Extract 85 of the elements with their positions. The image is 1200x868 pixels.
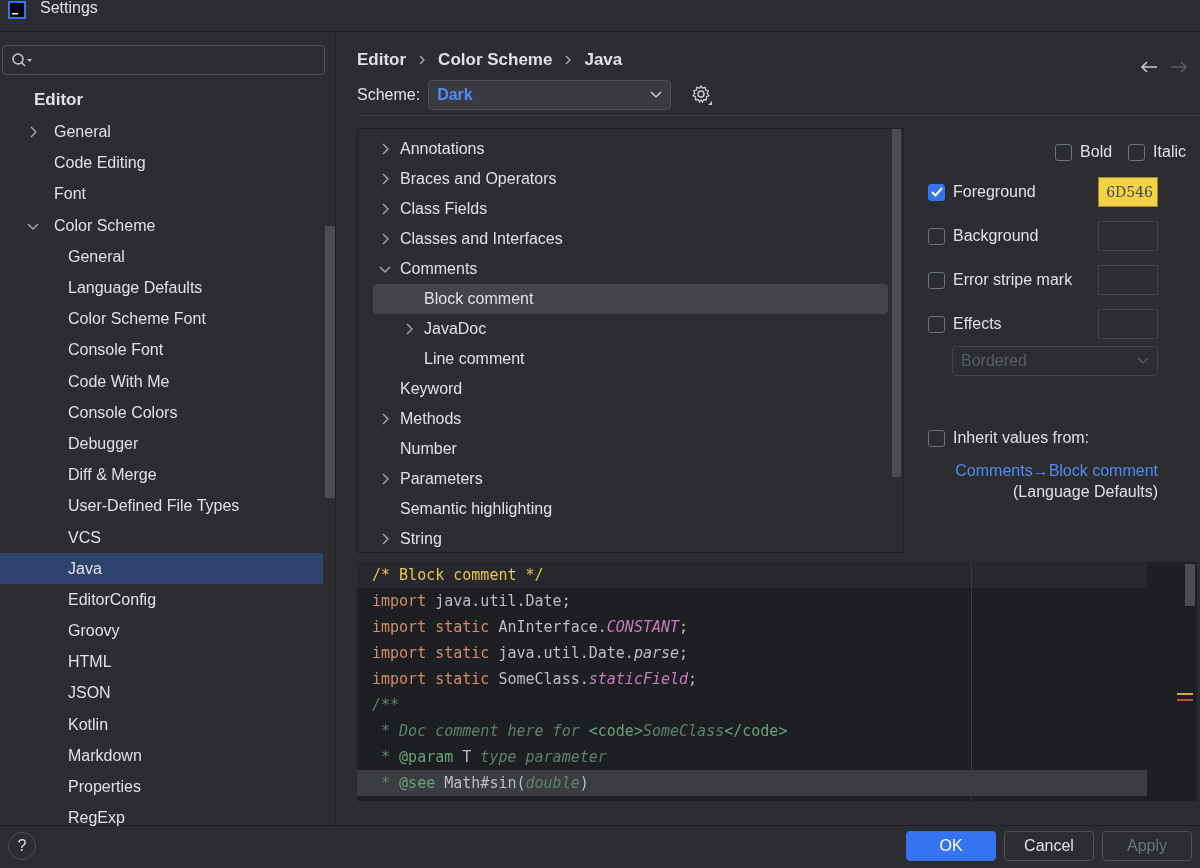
- sidebar-item[interactable]: General: [0, 241, 323, 273]
- dialog-button[interactable]: Cancel: [1004, 831, 1094, 861]
- sidebar-item[interactable]: EditorConfig: [0, 584, 323, 616]
- sidebar-item[interactable]: Markdown: [0, 740, 323, 772]
- sidebar-item[interactable]: Console Font: [0, 334, 323, 366]
- ok-button[interactable]: OK: [906, 831, 996, 861]
- tree-item[interactable]: Block comment: [373, 284, 888, 314]
- code-line: import static AnInterface.CONSTANT;: [371, 616, 690, 638]
- sidebar-item[interactable]: Code With Me: [0, 366, 323, 398]
- back-arrow-icon[interactable]: [1140, 59, 1158, 74]
- tree-item[interactable]: Braces and Operators: [373, 164, 888, 194]
- code-line: import static java.util.Date.parse;: [371, 642, 690, 664]
- color-swatch[interactable]: 6D546: [1098, 177, 1158, 207]
- sidebar-item[interactable]: Code Editing: [0, 147, 323, 179]
- scrollbar[interactable]: [892, 129, 901, 477]
- sidebar-item[interactable]: Debugger: [0, 428, 323, 460]
- sidebar-item[interactable]: Color Scheme Font: [0, 303, 323, 335]
- checkbox-label: Inherit values from:: [953, 428, 1090, 448]
- sidebar-item[interactable]: JSON: [0, 677, 323, 710]
- color-swatch[interactable]: [1098, 309, 1158, 339]
- checkbox-label: Foreground: [953, 182, 1036, 202]
- color-swatch[interactable]: [1098, 221, 1158, 251]
- breadcrumb[interactable]: Java: [584, 46, 623, 73]
- chevron-down-icon: [1137, 357, 1149, 365]
- tree-item[interactable]: Classes and Interfaces: [373, 224, 888, 254]
- window-title: Settings: [40, 0, 98, 17]
- checkbox-label: Effects: [953, 314, 1002, 334]
- tree-item[interactable]: Line comment: [373, 344, 888, 374]
- tree-item[interactable]: Semantic highlighting: [373, 494, 888, 524]
- sidebar-item[interactable]: Groovy: [0, 615, 323, 647]
- code-line: * Doc comment here for <code>SomeClass</code>: [380, 720, 789, 742]
- search-icon: [11, 52, 33, 68]
- sidebar-item[interactable]: HTML: [0, 646, 323, 678]
- tree-item[interactable]: Parameters: [373, 464, 888, 494]
- breadcrumb-separator-icon: [564, 54, 573, 65]
- scrollbar[interactable]: [1185, 564, 1195, 606]
- code-line: import java.util.Date;: [371, 590, 572, 612]
- sidebar-item[interactable]: Font: [0, 178, 323, 211]
- tree-item[interactable]: JavaDoc: [373, 314, 888, 344]
- checkbox[interactable]: [928, 429, 945, 447]
- breadcrumb[interactable]: Editor: [357, 46, 407, 73]
- chevron-down-icon: [650, 90, 663, 99]
- sidebar-item[interactable]: Diff & Merge: [0, 459, 323, 491]
- code-line: import static SomeClass.staticField;: [371, 668, 699, 690]
- search-field[interactable]: [2, 45, 325, 75]
- checkbox[interactable]: [928, 315, 945, 333]
- sidebar-item[interactable]: Properties: [0, 771, 323, 803]
- checkbox[interactable]: [1055, 143, 1073, 161]
- sidebar-item[interactable]: VCS: [0, 521, 323, 554]
- breadcrumb-separator-icon: [418, 54, 427, 65]
- tree-item[interactable]: Methods: [373, 404, 888, 434]
- section-heading: Editor: [33, 89, 85, 111]
- sidebar-item[interactable]: User-Defined File Types: [0, 490, 323, 522]
- code-line: * @param T type parameter: [380, 746, 608, 768]
- checkbox-label: Background: [953, 226, 1039, 246]
- tree-item[interactable]: String: [373, 524, 888, 552]
- checkbox-label: Error stripe mark: [953, 270, 1073, 290]
- sidebar-item[interactable]: RegExp: [0, 802, 323, 834]
- sidebar-item[interactable]: Color Scheme: [0, 210, 323, 242]
- tree-item[interactable]: Annotations: [373, 134, 888, 164]
- breadcrumb[interactable]: Color Scheme: [438, 46, 553, 73]
- color-swatch[interactable]: [1098, 265, 1158, 295]
- code-line: /**: [371, 694, 401, 716]
- tree-item[interactable]: Comments: [373, 254, 888, 284]
- sidebar-item[interactable]: Java: [0, 553, 323, 585]
- inherit-link[interactable]: Comments→Block comment: [955, 460, 1158, 481]
- scrollbar[interactable]: [325, 226, 335, 498]
- scheme-label: Scheme:: [357, 84, 421, 105]
- sidebar-item[interactable]: Kotlin: [0, 709, 323, 741]
- tree-item[interactable]: Keyword: [373, 374, 888, 404]
- settings-icon[interactable]: [691, 83, 714, 106]
- checkbox-label: Italic: [1153, 142, 1186, 162]
- sidebar-item[interactable]: Console Colors: [0, 397, 323, 429]
- checkbox-label: Bold: [1080, 142, 1113, 162]
- sidebar-item[interactable]: General: [0, 116, 323, 148]
- checkbox[interactable]: [928, 183, 945, 201]
- checkbox[interactable]: [1128, 143, 1146, 161]
- checkbox[interactable]: [928, 271, 945, 289]
- tree-item[interactable]: Number: [373, 434, 888, 464]
- checkbox[interactable]: [928, 227, 945, 245]
- error-stripe-marks: [1177, 692, 1193, 704]
- inherit-note: (Language Defaults): [1013, 482, 1158, 502]
- tree-item[interactable]: Class Fields: [373, 194, 888, 224]
- sidebar-item[interactable]: Language Defaults: [0, 272, 323, 304]
- app-logo-icon: [8, 1, 26, 19]
